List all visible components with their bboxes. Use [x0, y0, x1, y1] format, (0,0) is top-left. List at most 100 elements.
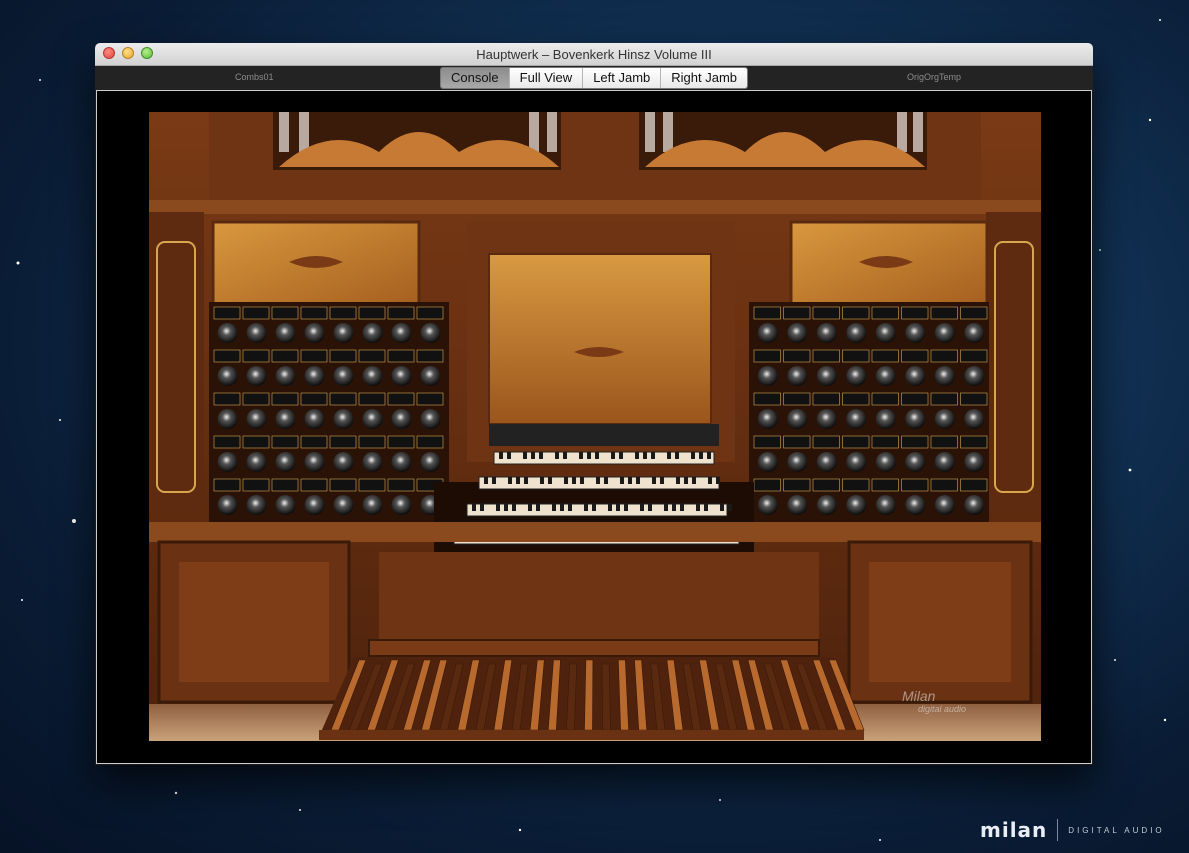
black-key: [504, 504, 508, 511]
stop-knob[interactable]: [362, 366, 383, 386]
stop-knob[interactable]: [217, 366, 238, 386]
stop-knob[interactable]: [304, 452, 325, 472]
stop-knob[interactable]: [934, 495, 955, 515]
stop-knob[interactable]: [905, 323, 926, 343]
stop-knob[interactable]: [420, 366, 441, 386]
stop-knob[interactable]: [816, 409, 837, 429]
stop-knob[interactable]: [787, 495, 808, 515]
window-controls: [103, 47, 153, 59]
stop-knob[interactable]: [420, 409, 441, 429]
stop-knob[interactable]: [875, 409, 896, 429]
stop-label-plate: [901, 349, 929, 363]
stop-knob[interactable]: [333, 409, 354, 429]
stop-knob[interactable]: [934, 366, 955, 386]
stop-knob[interactable]: [333, 495, 354, 515]
stop-knob[interactable]: [934, 323, 955, 343]
minimize-button[interactable]: [122, 47, 134, 59]
stop-knob[interactable]: [391, 323, 412, 343]
stop-knob[interactable]: [787, 366, 808, 386]
stop-knob[interactable]: [304, 323, 325, 343]
stop-knob[interactable]: [875, 495, 896, 515]
stop-knob[interactable]: [420, 452, 441, 472]
title-bar[interactable]: Hauptwerk – Bovenkerk Hinsz Volume III: [95, 43, 1093, 66]
stop-knob[interactable]: [304, 366, 325, 386]
stop-knob[interactable]: [905, 409, 926, 429]
stop-knob[interactable]: [362, 495, 383, 515]
stop-knob[interactable]: [846, 323, 867, 343]
stop-knob[interactable]: [275, 409, 296, 429]
stop-knob[interactable]: [816, 323, 837, 343]
stop-knob[interactable]: [333, 366, 354, 386]
tab-left-jamb[interactable]: Left Jamb: [583, 68, 662, 88]
stop-knob[interactable]: [846, 495, 867, 515]
stop-knob[interactable]: [246, 323, 267, 343]
stop-knob[interactable]: [757, 323, 778, 343]
tab-right-jamb[interactable]: Right Jamb: [661, 68, 748, 88]
stop-knob[interactable]: [905, 366, 926, 386]
stop-label-plate: [812, 306, 840, 320]
stop-knob[interactable]: [362, 323, 383, 343]
stop-knob[interactable]: [875, 452, 896, 472]
stop-label-plate: [300, 478, 328, 492]
stop-knob[interactable]: [964, 495, 985, 515]
tab-full-view[interactable]: Full View: [509, 68, 584, 88]
stop-knob[interactable]: [875, 366, 896, 386]
stop-knob[interactable]: [391, 495, 412, 515]
stop-knob[interactable]: [391, 409, 412, 429]
stop-knob[interactable]: [362, 409, 383, 429]
zoom-button[interactable]: [141, 47, 153, 59]
stop-knob[interactable]: [757, 495, 778, 515]
stop-knob[interactable]: [246, 495, 267, 515]
stop-knob[interactable]: [964, 323, 985, 343]
stop-knob[interactable]: [757, 409, 778, 429]
stop-knob[interactable]: [217, 323, 238, 343]
stop-knob[interactable]: [846, 409, 867, 429]
stop-knob[interactable]: [816, 452, 837, 472]
stop-knob[interactable]: [217, 495, 238, 515]
stop-knob[interactable]: [391, 366, 412, 386]
stop-knob[interactable]: [217, 452, 238, 472]
stop-knob[interactable]: [275, 323, 296, 343]
stop-knob[interactable]: [905, 495, 926, 515]
stop-label-plate: [842, 306, 870, 320]
stop-knob[interactable]: [246, 409, 267, 429]
stop-knob[interactable]: [333, 452, 354, 472]
stop-label-plate: [901, 306, 929, 320]
stop-knob[interactable]: [304, 495, 325, 515]
stop-knob[interactable]: [333, 323, 354, 343]
stop-knob[interactable]: [964, 366, 985, 386]
stop-knob[interactable]: [757, 366, 778, 386]
stop-knob[interactable]: [275, 452, 296, 472]
stop-knob[interactable]: [217, 409, 238, 429]
stop-knob[interactable]: [846, 452, 867, 472]
stop-label-plate: [753, 306, 781, 320]
stop-knob[interactable]: [964, 452, 985, 472]
stop-knob[interactable]: [246, 366, 267, 386]
stop-knob[interactable]: [275, 495, 296, 515]
stop-knob[interactable]: [757, 452, 778, 472]
stop-label-plate: [753, 478, 781, 492]
stop-knob[interactable]: [420, 323, 441, 343]
close-button[interactable]: [103, 47, 115, 59]
stop-knob[interactable]: [934, 452, 955, 472]
stop-label-plate: [812, 478, 840, 492]
black-key: [568, 504, 572, 511]
stop-knob[interactable]: [362, 452, 383, 472]
stop-knob[interactable]: [934, 409, 955, 429]
stop-knob[interactable]: [816, 366, 837, 386]
stop-knob[interactable]: [275, 366, 296, 386]
tab-console[interactable]: Console: [440, 68, 510, 88]
stop-knob[interactable]: [964, 409, 985, 429]
stop-knob[interactable]: [246, 452, 267, 472]
stop-knob[interactable]: [875, 323, 896, 343]
stop-knob[interactable]: [816, 495, 837, 515]
stop-knob[interactable]: [787, 452, 808, 472]
stop-label-plate: [871, 435, 899, 449]
view-toolbar: Combs01 Console Full View Left Jamb Righ…: [95, 66, 1093, 90]
stop-knob[interactable]: [391, 452, 412, 472]
stop-knob[interactable]: [787, 409, 808, 429]
stop-knob[interactable]: [304, 409, 325, 429]
stop-knob[interactable]: [787, 323, 808, 343]
stop-knob[interactable]: [905, 452, 926, 472]
stop-knob[interactable]: [846, 366, 867, 386]
